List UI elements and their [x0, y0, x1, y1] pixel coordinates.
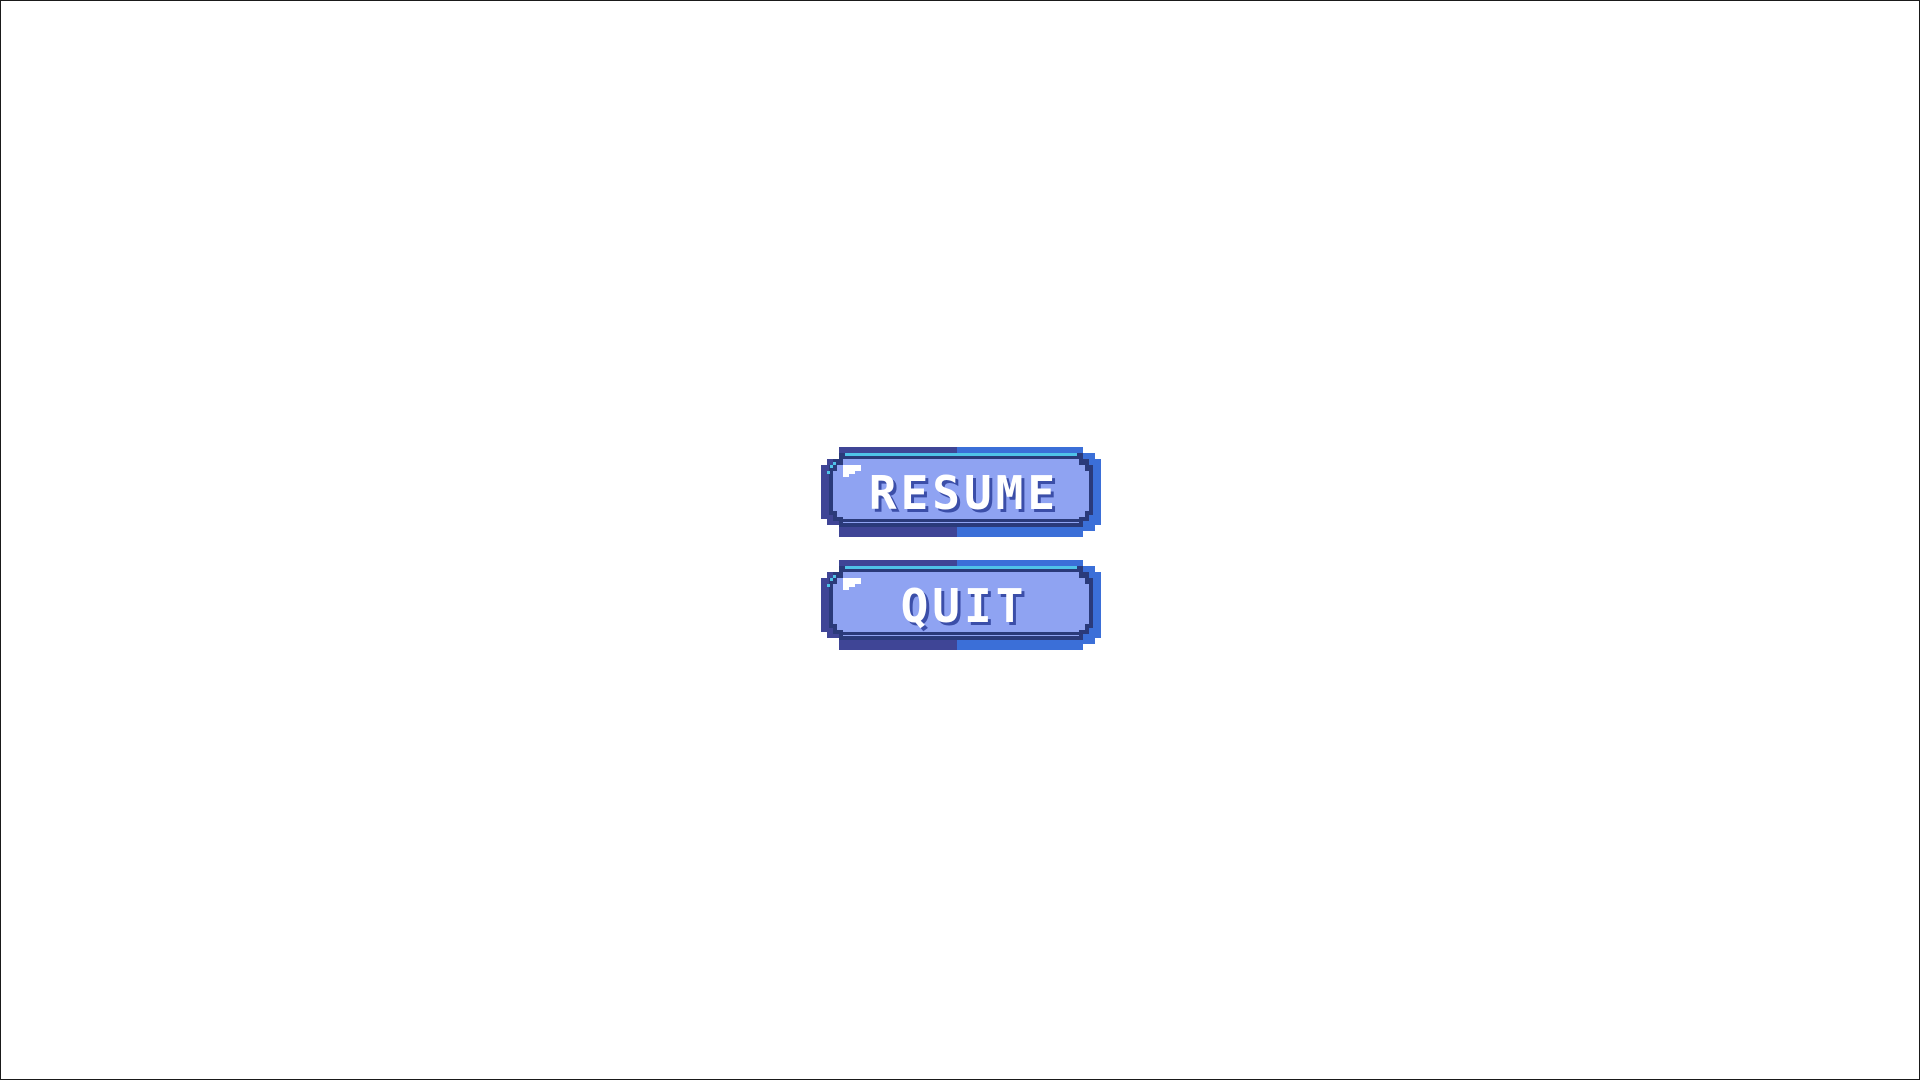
resume-button[interactable]: RESUME — [821, 447, 1101, 537]
quit-button-label: QUIT — [900, 579, 1028, 633]
resume-button-label: RESUME — [868, 466, 1060, 520]
quit-button[interactable]: QUIT — [821, 560, 1101, 650]
game-screen: RESUME QUIT — [0, 0, 1920, 1080]
